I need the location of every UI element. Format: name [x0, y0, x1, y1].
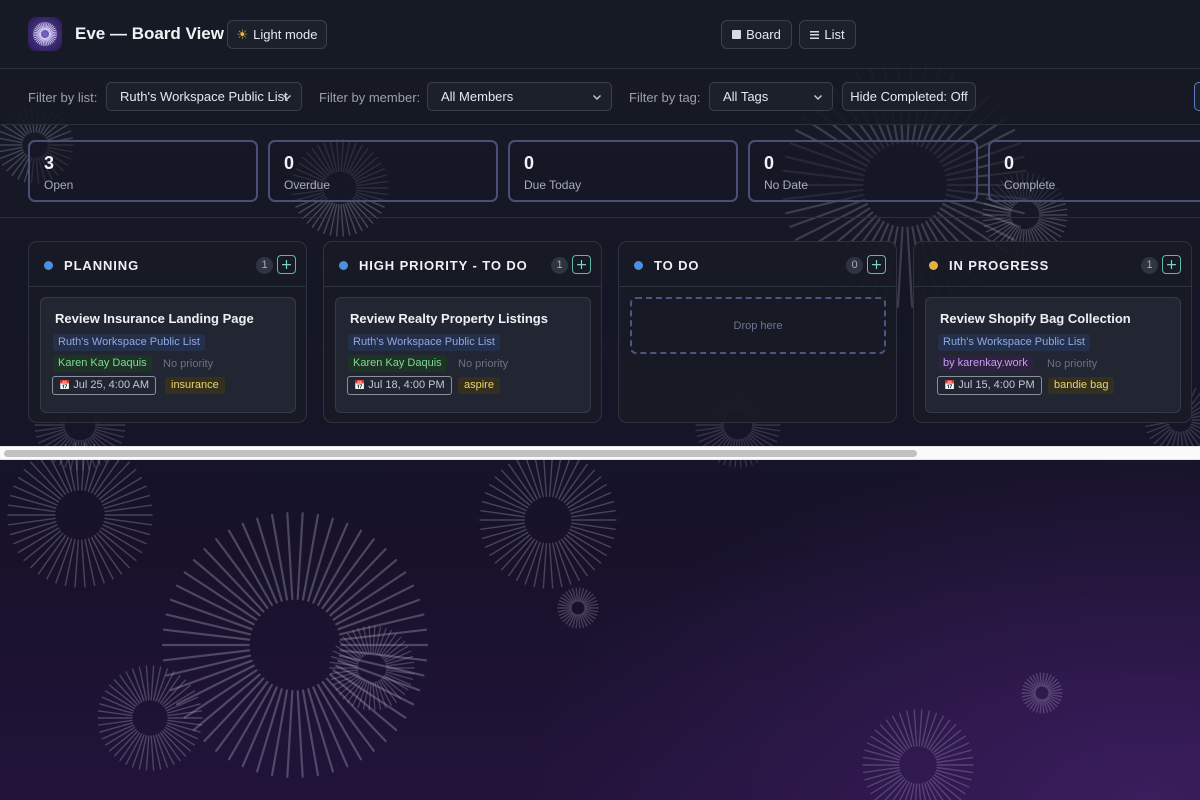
chevron-down-icon [593, 95, 601, 100]
sun-icon: ☀ [236, 26, 249, 42]
add-task-button[interactable]: + [1162, 255, 1181, 274]
board-view-button[interactable]: Board [721, 20, 792, 49]
kanban-board: PLANNING 1 + Review Insurance Landing Pa… [0, 218, 1200, 446]
horizontal-scrollbar[interactable] [0, 446, 1200, 460]
task-card[interactable]: Review Realty Property Listings Ruth's W… [335, 297, 591, 413]
member-badge: by karenkay.work [938, 355, 1033, 372]
stat-card-complete: 0 Complete [988, 140, 1200, 202]
due-date: Jul 18, 4:00 PM [368, 379, 445, 391]
tag-badge: bandie bag [1048, 377, 1115, 394]
due-date-badge: 📅 Jul 15, 4:00 PM [937, 376, 1042, 395]
column-title: IN PROGRESS [949, 258, 1050, 273]
column-header: HIGH PRIORITY - TO DO 1 + [324, 242, 601, 287]
column-in-progress: IN PROGRESS 1 + Review Shopify Bag Colle… [913, 241, 1192, 423]
page-title: Eve — Board View [75, 24, 224, 43]
drop-zone[interactable]: Drop here [630, 297, 886, 354]
due-date-badge: 📅 Jul 25, 4:00 AM [52, 376, 157, 395]
board-view-label: Board [746, 27, 781, 42]
task-title: Review Shopify Bag Collection [940, 311, 1131, 326]
chevron-down-icon [283, 95, 291, 100]
column-count: 1 [551, 257, 568, 274]
column-header: TO DO 0 + [619, 242, 896, 287]
stat-value: 3 [44, 153, 55, 173]
column-title: TO DO [654, 258, 700, 273]
light-mode-label: Light mode [253, 27, 318, 42]
list-filter-select[interactable]: Ruth's Workspace Public List [106, 82, 302, 111]
tag-badge: aspire [458, 377, 500, 394]
task-title: Review Insurance Landing Page [55, 311, 254, 326]
overflow-button[interactable] [1194, 82, 1200, 111]
column-header: PLANNING 1 + [29, 242, 306, 287]
column-title: PLANNING [64, 258, 140, 273]
stat-label: Complete [1004, 178, 1056, 192]
stat-card-overdue: 0 Overdue [268, 140, 498, 202]
column-to-do: TO DO 0 + Drop here [618, 241, 897, 423]
filter-member-label: Filter by member: [319, 90, 421, 105]
column-title: HIGH PRIORITY - TO DO [359, 258, 528, 273]
status-dot [634, 261, 643, 270]
calendar-icon: 📅 [59, 380, 71, 390]
add-task-button[interactable]: + [572, 255, 591, 274]
member-filter-select[interactable]: All Members [427, 82, 612, 111]
column-planning: PLANNING 1 + Review Insurance Landing Pa… [28, 241, 307, 423]
board-icon [732, 30, 742, 39]
status-dot [929, 261, 938, 270]
filter-tag-label: Filter by tag: [629, 90, 701, 105]
stat-label: Overdue [284, 178, 331, 192]
hide-completed-label: Hide Completed: Off [850, 89, 968, 104]
list-view-label: List [824, 27, 845, 42]
priority-label: No priority [458, 358, 509, 370]
stat-value: 0 [524, 153, 535, 173]
tag-filter-value: All Tags [723, 89, 769, 104]
column-header: IN PROGRESS 1 + [914, 242, 1191, 287]
stat-value: 0 [764, 153, 775, 173]
hide-completed-toggle[interactable]: Hide Completed: Off [842, 82, 976, 111]
list-badge: Ruth's Workspace Public List [348, 334, 500, 351]
stat-label: Open [44, 178, 74, 192]
add-task-button[interactable]: + [867, 255, 886, 274]
tag-badge: insurance [165, 377, 225, 394]
priority-label: No priority [1047, 358, 1098, 370]
stats-bar: 3 Open 0 Overdue 0 Due Today 0 No Date 0… [0, 125, 1200, 218]
stat-value: 0 [1004, 153, 1015, 173]
stat-label: No Date [764, 178, 809, 192]
column-count: 1 [256, 257, 273, 274]
light-mode-button[interactable]: ☀ Light mode [227, 20, 327, 49]
list-filter-value: Ruth's Workspace Public List [120, 89, 288, 104]
status-dot [44, 261, 53, 270]
tag-filter-select[interactable]: All Tags [709, 82, 833, 111]
stat-value: 0 [284, 153, 295, 173]
filter-list-label: Filter by list: [28, 90, 98, 105]
stat-card-no-date: 0 No Date [748, 140, 978, 202]
member-filter-value: All Members [441, 89, 514, 104]
due-date-badge: 📅 Jul 18, 4:00 PM [347, 376, 452, 395]
task-title: Review Realty Property Listings [350, 311, 548, 326]
member-badge: Karen Kay Daquis [348, 355, 447, 372]
status-dot [339, 261, 348, 270]
column-high-priority: HIGH PRIORITY - TO DO 1 + Review Realty … [323, 241, 602, 423]
scrollbar-thumb[interactable] [4, 450, 917, 457]
priority-label: No priority [163, 358, 214, 370]
list-badge: Ruth's Workspace Public List [53, 334, 205, 351]
stat-card-due-today: 0 Due Today [508, 140, 738, 202]
calendar-icon: 📅 [354, 380, 366, 390]
due-date: Jul 25, 4:00 AM [73, 379, 150, 391]
calendar-icon: 📅 [944, 380, 956, 390]
filter-bar: Filter by list: Ruth's Workspace Public … [0, 69, 1200, 125]
list-icon [810, 30, 820, 39]
list-view-button[interactable]: List [799, 20, 856, 49]
app-logo [28, 17, 62, 51]
app-header: Eve — Board View ☀ Light mode Board List [0, 0, 1200, 69]
add-task-button[interactable]: + [277, 255, 296, 274]
due-date: Jul 15, 4:00 PM [958, 379, 1035, 391]
task-card[interactable]: Review Insurance Landing Page Ruth's Wor… [40, 297, 296, 413]
stat-label: Due Today [524, 178, 582, 192]
stat-card-open: 3 Open [28, 140, 258, 202]
member-badge: Karen Kay Daquis [53, 355, 152, 372]
task-card[interactable]: Review Shopify Bag Collection Ruth's Wor… [925, 297, 1181, 413]
list-badge: Ruth's Workspace Public List [938, 334, 1090, 351]
column-count: 1 [1141, 257, 1158, 274]
chevron-down-icon [814, 95, 822, 100]
column-count: 0 [846, 257, 863, 274]
